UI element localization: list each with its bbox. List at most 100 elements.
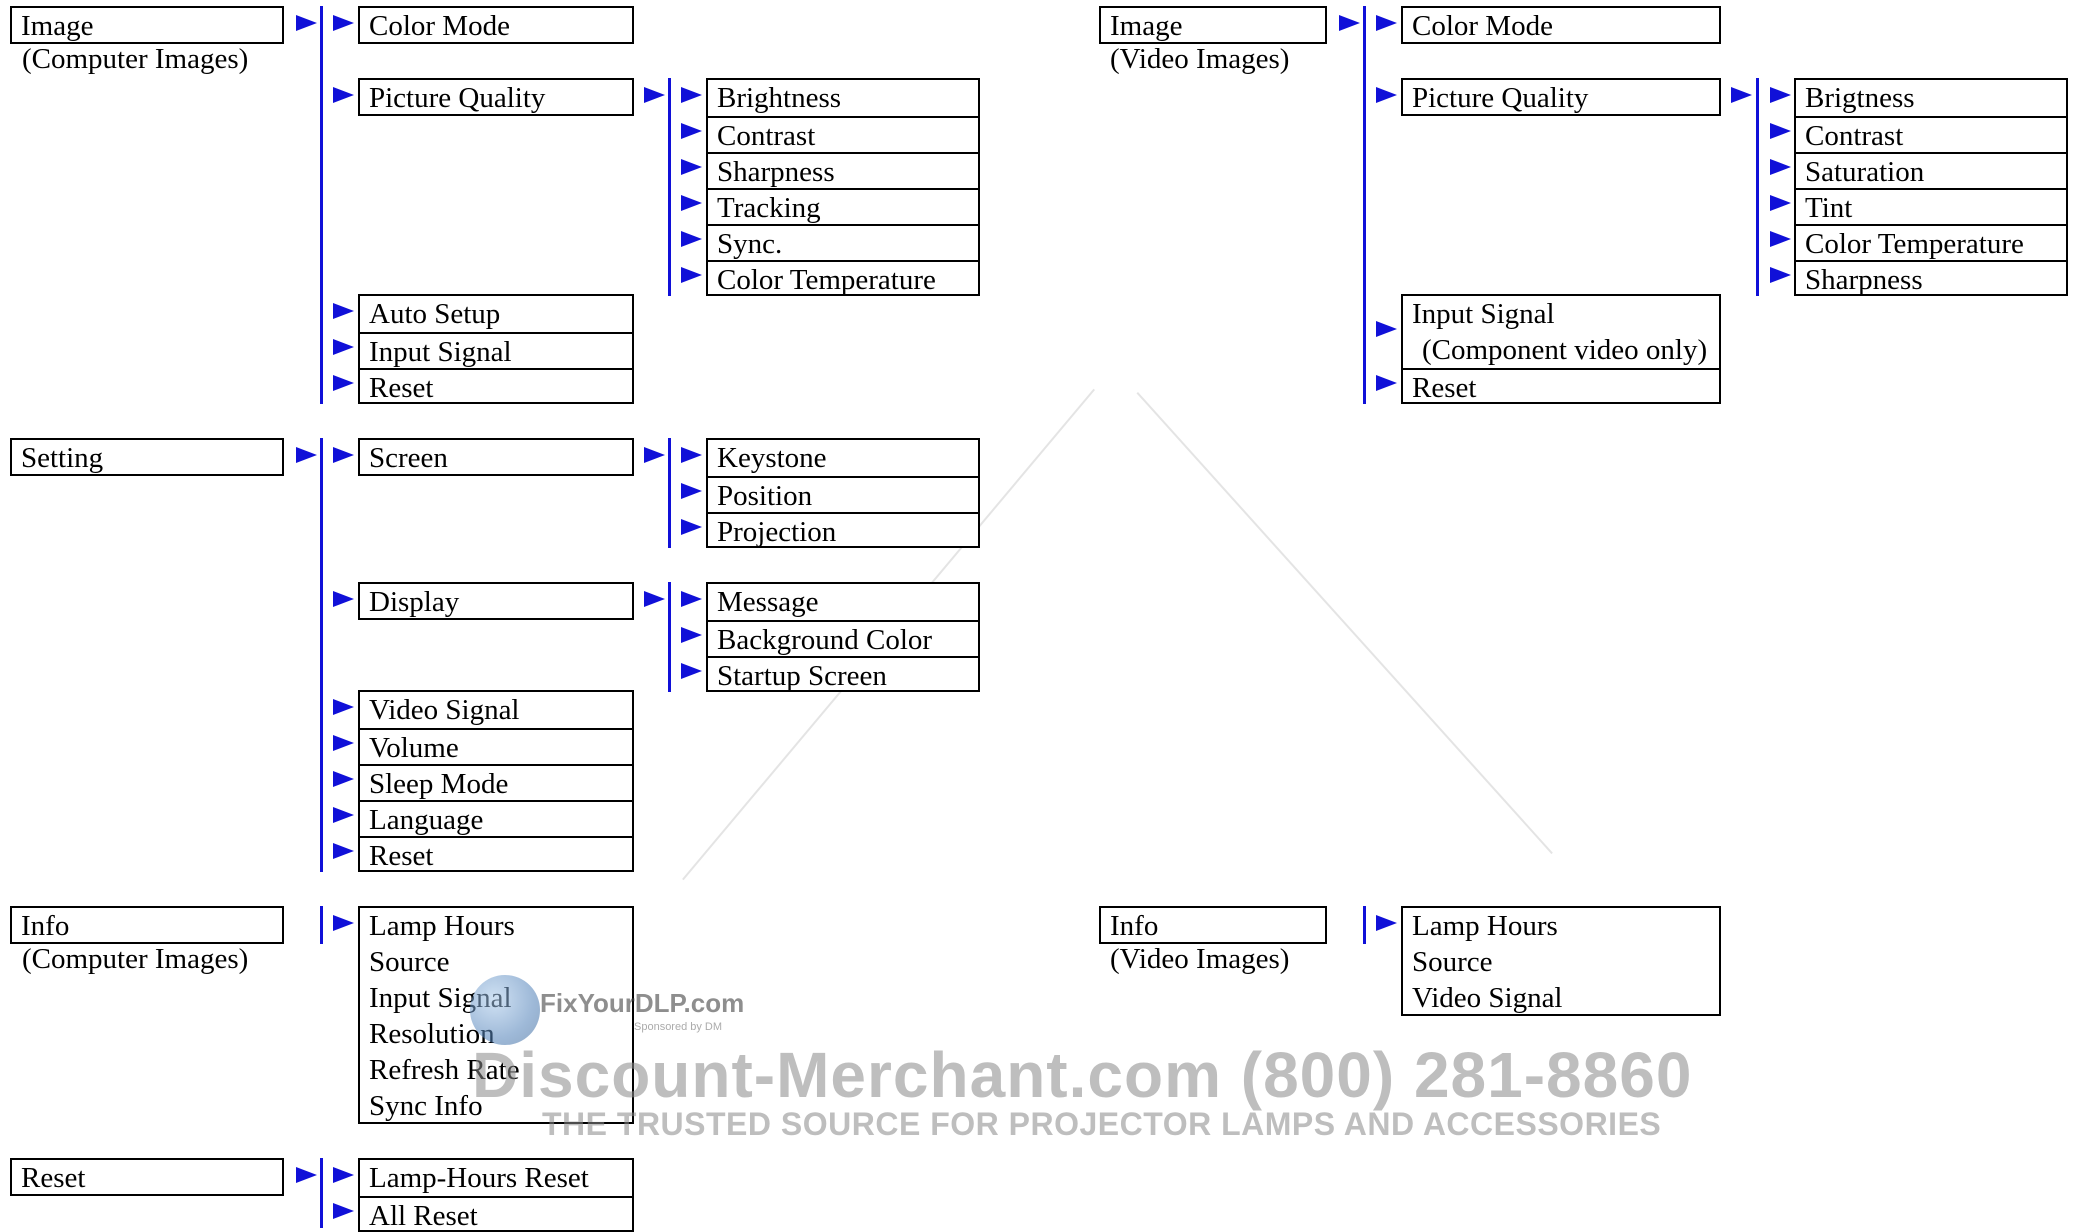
image-other-items-box: Auto Setup Input Signal Reset (358, 294, 634, 404)
arrow-icon (333, 735, 354, 751)
watermark-line (1136, 392, 1553, 855)
color-mode-item: Color Mode (1412, 10, 1553, 42)
sync-item: Sync. (708, 224, 978, 260)
arrow-icon (333, 771, 354, 787)
picture-quality-box: Picture Quality (358, 78, 634, 116)
arrow-icon (681, 519, 702, 535)
arrow-icon (1376, 915, 1397, 931)
tint-item: Tint (1796, 188, 2066, 224)
branch-bar (668, 438, 671, 548)
arrow-icon (1339, 15, 1360, 31)
arrow-icon (644, 447, 665, 463)
arrow-icon (333, 87, 354, 103)
screen-submenu: Keystone Position Projection (706, 438, 980, 548)
arrow-icon (1731, 87, 1752, 103)
arrow-icon (1376, 321, 1397, 337)
background-color-item: Background Color (708, 620, 978, 656)
arrow-icon (333, 1167, 354, 1183)
image-computer-caption: (Computer Images) (22, 43, 249, 75)
lamp-hours-item: Lamp Hours (369, 910, 515, 942)
branch-bar (320, 1158, 323, 1228)
lamp-hours-item: Lamp Hours (1412, 910, 1558, 942)
branch-bar (668, 582, 671, 692)
color-mode-item: Color Mode (369, 10, 510, 42)
arrow-icon (1376, 15, 1397, 31)
volume-item: Volume (360, 728, 632, 764)
branch-bar (320, 6, 323, 404)
video-picture-quality-submenu: Brigtness Contrast Saturation Tint Color… (1794, 78, 2068, 296)
arrow-icon (1376, 87, 1397, 103)
arrow-icon (333, 447, 354, 463)
screen-item: Screen (369, 442, 448, 474)
arrow-icon (333, 375, 354, 391)
arrow-icon (1770, 231, 1791, 247)
branch-bar (1756, 78, 1759, 296)
image-video-caption: (Video Images) (1110, 43, 1290, 75)
lamp-hours-reset-item: Lamp-Hours Reset (369, 1162, 589, 1194)
saturation-item: Saturation (1796, 152, 2066, 188)
sharpness-item: Sharpness (708, 152, 978, 188)
arrow-icon (681, 231, 702, 247)
video-signal-item: Video Signal (1412, 982, 1563, 1014)
reset-menu-label: Reset (21, 1162, 86, 1194)
arrow-icon (681, 123, 702, 139)
arrow-icon (644, 87, 665, 103)
startup-screen-item: Startup Screen (708, 656, 978, 692)
arrow-icon (333, 15, 354, 31)
arrow-icon (681, 447, 702, 463)
video-image-menu-box: Image (1099, 6, 1327, 44)
arrow-icon (296, 1167, 317, 1183)
watermark-site: FixYourDLP.com (540, 988, 745, 1018)
picture-quality-item: Picture Quality (1412, 82, 1589, 114)
video-signal-item: Video Signal (369, 694, 520, 726)
arrow-icon (681, 663, 702, 679)
branch-bar (320, 906, 323, 944)
display-item: Display (369, 586, 460, 618)
reset-menu-box: Reset (10, 1158, 284, 1196)
source-item: Source (1412, 946, 1493, 978)
contrast-item: Contrast (1796, 116, 2066, 152)
video-info-menu-box: Info (1099, 906, 1327, 944)
input-signal-label: Input Signal (1412, 298, 1555, 330)
position-item: Position (708, 476, 978, 512)
image-menu-label: Image (21, 10, 94, 42)
color-mode-box: Color Mode (358, 6, 634, 44)
arrow-icon (1770, 195, 1791, 211)
video-image-other-items-box: Input Signal (Component video only) Rese… (1401, 294, 1721, 404)
branch-bar (668, 78, 671, 296)
picture-quality-item: Picture Quality (369, 82, 546, 114)
brightness-item: Brightness (717, 82, 842, 114)
brightness-item: Brigtness (1805, 82, 1915, 114)
setting-menu-label: Setting (21, 442, 104, 474)
info-menu-box: Info (10, 906, 284, 944)
source-item: Source (369, 946, 450, 978)
projection-item: Projection (708, 512, 978, 548)
arrow-icon (681, 591, 702, 607)
sleep-mode-item: Sleep Mode (360, 764, 632, 800)
watermark-company: Discount-Merchant.com (800) 281-8860 (472, 1039, 1693, 1111)
menu-tree-diagram: Image (Computer Images) Color Mode Pictu… (0, 0, 2074, 1232)
input-signal-item: Input Signal (360, 332, 632, 368)
reset-item: Reset (360, 368, 632, 404)
tracking-item: Tracking (708, 188, 978, 224)
arrow-icon (644, 591, 665, 607)
arrow-icon (681, 267, 702, 283)
branch-bar (320, 438, 323, 872)
info-menu-label: Info (21, 910, 70, 942)
reset-items-box: Lamp-Hours Reset All Reset (358, 1158, 634, 1232)
info-video-caption: (Video Images) (1110, 943, 1290, 975)
arrow-icon (296, 15, 317, 31)
video-info-items-box: Lamp Hours Source Video Signal (1401, 906, 1721, 1016)
keystone-item: Keystone (717, 442, 827, 474)
arrow-icon (296, 447, 317, 463)
picture-quality-submenu: Brightness Contrast Sharpness Tracking S… (706, 78, 980, 296)
branch-bar (1363, 6, 1366, 404)
setting-other-items-box: Video Signal Volume Sleep Mode Language … (358, 690, 634, 872)
reset-item: Reset (360, 836, 632, 872)
info-computer-caption: (Computer Images) (22, 943, 249, 975)
arrow-icon (1770, 159, 1791, 175)
reset-item: Reset (1403, 368, 1719, 404)
image-menu-box: Image (10, 6, 284, 44)
sharpness-item: Sharpness (1796, 260, 2066, 296)
arrow-icon (681, 159, 702, 175)
